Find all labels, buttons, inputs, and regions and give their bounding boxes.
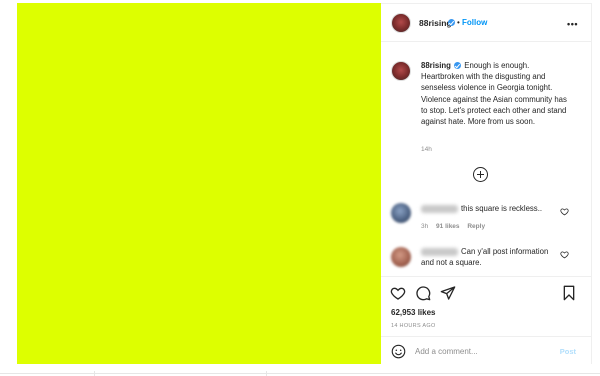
- caption-username[interactable]: 88rising: [421, 61, 451, 70]
- comment-avatar[interactable]: [391, 203, 411, 223]
- comment-icon[interactable]: [415, 285, 431, 301]
- post-header: 88rising • Follow •••: [381, 4, 592, 42]
- post-comment-button[interactable]: Post: [560, 347, 576, 356]
- comment-time[interactable]: 3h: [421, 223, 428, 230]
- comment-like-heart-icon[interactable]: [560, 207, 569, 216]
- post-details-panel: 88rising • Follow ••• 88rising Enough is…: [381, 3, 592, 364]
- comment-likes[interactable]: 91 likes: [436, 223, 460, 230]
- verified-badge-icon: [448, 19, 455, 26]
- caption-text: Enough is enough. Heartbroken with the d…: [421, 61, 567, 127]
- reply-button[interactable]: Reply: [467, 223, 485, 230]
- comment-username-blurred[interactable]: [421, 205, 458, 213]
- more-options-icon[interactable]: •••: [567, 19, 578, 29]
- send-icon[interactable]: [440, 285, 456, 301]
- plus-circle-icon[interactable]: [473, 167, 488, 182]
- footer-divider: [94, 371, 95, 376]
- comment-like-heart-icon[interactable]: [560, 250, 569, 259]
- verified-badge-icon: [454, 62, 462, 69]
- likes-count[interactable]: 62,953 likes: [391, 308, 435, 317]
- footer-divider: [0, 373, 600, 374]
- post-image[interactable]: [17, 3, 381, 364]
- comment-text: Can y'all post information and not a squ…: [421, 247, 549, 268]
- add-comment-bar: Post: [381, 336, 592, 365]
- caption: 88rising Enough is enough. Heartbroken w…: [421, 60, 571, 127]
- header-username[interactable]: 88rising: [419, 18, 452, 28]
- footer-divider: [266, 371, 267, 376]
- heart-icon[interactable]: [390, 285, 406, 301]
- emoji-icon[interactable]: [391, 344, 406, 359]
- caption-avatar[interactable]: [391, 61, 411, 81]
- post-date[interactable]: 14 HOURS AGO: [391, 323, 436, 329]
- comment-meta: 3h 91 likes Reply: [421, 223, 491, 230]
- follow-button[interactable]: Follow: [462, 18, 487, 27]
- comment-text: this square is reckless..: [461, 204, 543, 213]
- caption-time[interactable]: 14h: [421, 146, 432, 153]
- comment-avatar[interactable]: [391, 247, 411, 267]
- avatar[interactable]: [391, 13, 411, 33]
- separator-dot: •: [457, 18, 460, 27]
- add-comment-input[interactable]: [415, 345, 545, 358]
- bookmark-icon[interactable]: [561, 285, 577, 301]
- post-actions: 62,953 likes 14 HOURS AGO: [381, 276, 592, 336]
